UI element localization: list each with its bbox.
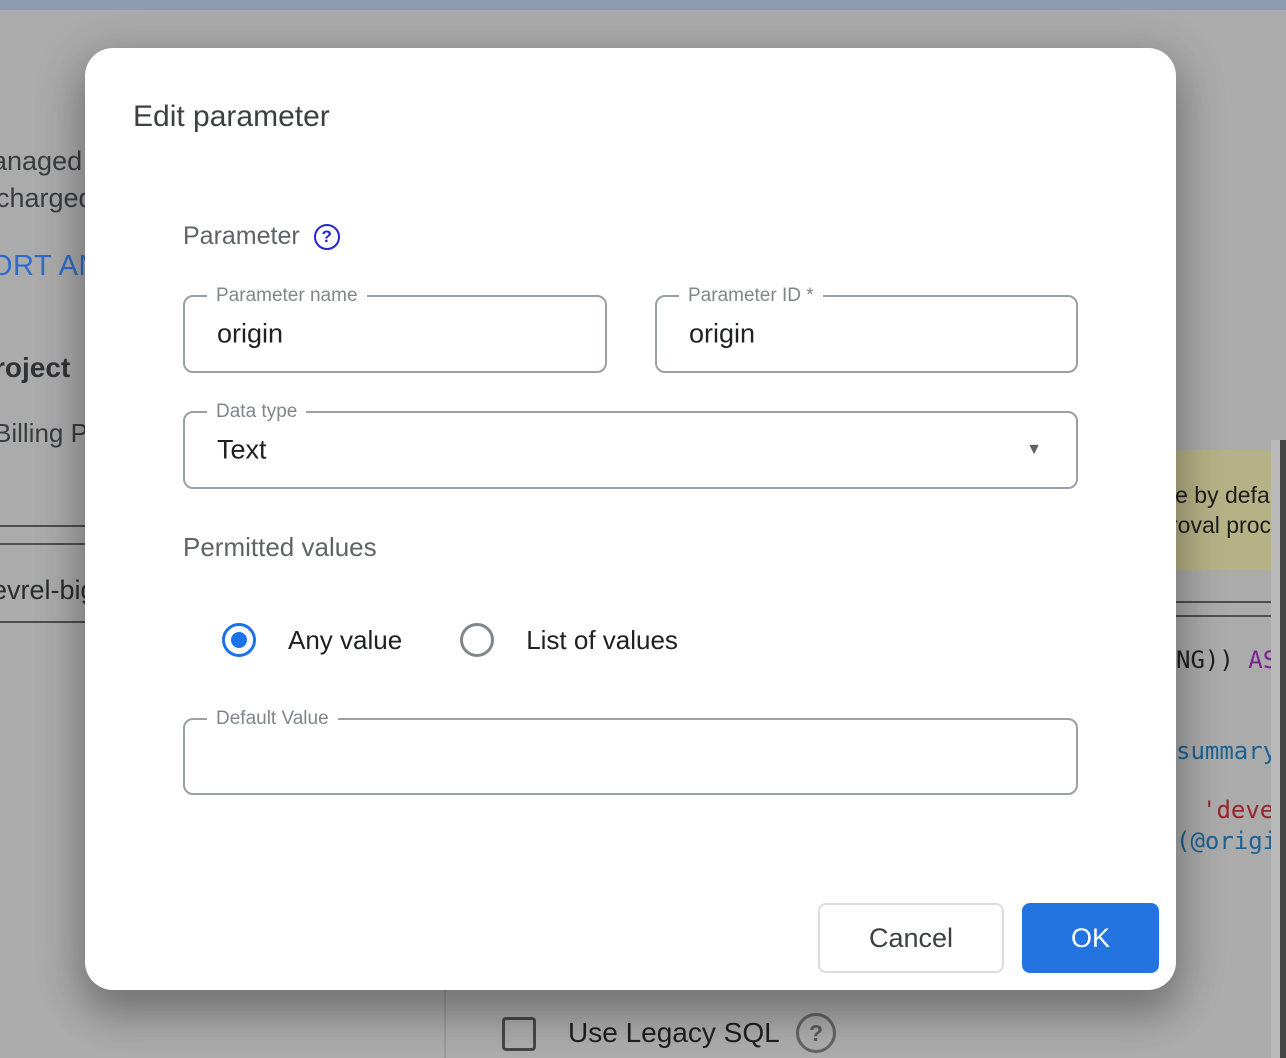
parameter-section-header: Parameter ? xyxy=(183,222,340,251)
parameter-id-field[interactable]: Parameter ID * origin xyxy=(655,295,1078,373)
bg-project-heading: roject xyxy=(0,352,70,384)
scrollbar-thumb[interactable] xyxy=(1280,440,1286,1058)
data-type-label: Data type xyxy=(207,400,306,424)
radio-list-of-values-label[interactable]: List of values xyxy=(526,625,678,656)
bg-divider-line xyxy=(1176,601,1272,603)
parameter-section-label: Parameter xyxy=(183,222,300,251)
bg-divider-line xyxy=(1176,615,1272,617)
bg-billing-project-label: Billing P xyxy=(0,418,88,449)
dialog-title: Edit parameter xyxy=(133,100,330,134)
edit-parameter-dialog: Edit parameter Parameter ? Parameter nam… xyxy=(85,48,1176,990)
data-type-select[interactable]: Data type Text ▼ xyxy=(183,411,1078,489)
bg-vertical-divider xyxy=(444,990,446,1058)
bg-highlight-note: le by defa roval proc xyxy=(1176,450,1272,570)
screen: anaged charged ORT AN roject Billing P e… xyxy=(0,0,1286,1058)
parameter-name-value[interactable]: origin xyxy=(217,319,283,350)
browser-topbar xyxy=(0,0,1286,10)
default-value-label: Default Value xyxy=(207,707,338,731)
sql-identifier-summary: summary xyxy=(1176,737,1277,765)
scrollbar-track[interactable] xyxy=(1271,440,1280,1058)
sql-code-line: NG)) AS xyxy=(1176,646,1277,674)
sql-code-text: NG)) xyxy=(1176,646,1248,674)
parameter-name-label: Parameter name xyxy=(207,284,367,308)
bg-text-managed: anaged xyxy=(0,146,82,177)
use-legacy-sql-checkbox[interactable] xyxy=(502,1017,536,1051)
use-legacy-sql-label: Use Legacy SQL xyxy=(568,1017,780,1049)
parameter-name-field[interactable]: Parameter name origin xyxy=(183,295,607,373)
note-line-1: le by defa xyxy=(1170,482,1270,509)
radio-list-of-values[interactable] xyxy=(460,623,494,657)
parameter-id-value[interactable]: origin xyxy=(689,319,755,350)
chevron-down-icon[interactable]: ▼ xyxy=(1026,441,1042,459)
radio-any-value[interactable] xyxy=(222,623,256,657)
ok-button[interactable]: OK xyxy=(1022,903,1159,973)
sql-identifier-origin-param: (@origi xyxy=(1176,827,1277,855)
radio-selected-dot xyxy=(231,632,247,648)
bg-project-value: evrel-big xyxy=(0,575,96,606)
bg-divider-line xyxy=(0,525,86,527)
parameter-id-label: Parameter ID * xyxy=(679,284,823,308)
bg-divider-line xyxy=(0,543,86,545)
legacy-sql-help-icon[interactable]: ? xyxy=(796,1013,836,1053)
default-value-field[interactable]: Default Value xyxy=(183,718,1078,795)
bg-text-charged: charged xyxy=(0,183,94,214)
cancel-button[interactable]: Cancel xyxy=(818,903,1004,973)
permitted-values-radio-group: Any value List of values xyxy=(222,623,678,657)
parameter-help-icon[interactable]: ? xyxy=(314,224,340,250)
data-type-value: Text xyxy=(217,435,267,466)
note-line-2: roval proc xyxy=(1170,512,1271,539)
permitted-values-heading: Permitted values xyxy=(183,532,377,563)
radio-any-value-label[interactable]: Any value xyxy=(288,625,402,656)
bg-divider-line xyxy=(0,621,86,623)
